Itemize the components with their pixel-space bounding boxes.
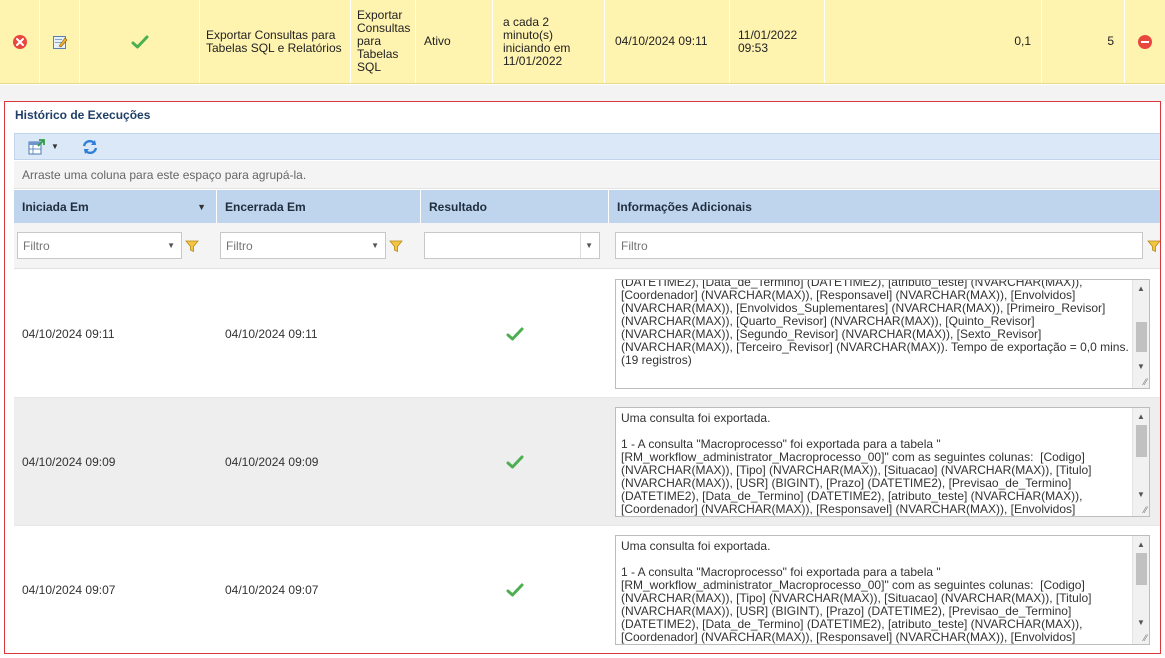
check-icon (131, 35, 148, 48)
info-text: (DATETIME2), [Data_de_Termino] (DATETIME… (621, 279, 1133, 367)
job-row[interactable]: Exportar Consultas para Tabelas SQL e Re… (0, 0, 1165, 84)
delete-job-cell[interactable] (0, 0, 40, 83)
info-text: Uma consulta foi exportada. 1 - A consul… (621, 539, 1092, 644)
cell-ended: 04/10/2024 09:09 (225, 454, 319, 469)
funnel-icon[interactable] (389, 239, 403, 253)
job-count: 5 (1042, 0, 1125, 83)
resize-handle-icon[interactable]: ⁄⁄ (1144, 633, 1147, 643)
scroll-up-icon[interactable]: ▲ (1133, 536, 1149, 552)
history-toolbar: ▼ (14, 133, 1160, 160)
refresh-button[interactable] (78, 137, 102, 157)
filter-input-info[interactable] (615, 232, 1143, 259)
export-button[interactable]: ▼ (25, 137, 62, 157)
scroll-up-icon[interactable]: ▲ (1133, 280, 1149, 296)
cell-ended: 04/10/2024 09:07 (225, 582, 319, 597)
job-last-run: 04/10/2024 09:11 (605, 0, 730, 83)
scroll-down-icon[interactable]: ▼ (1133, 614, 1149, 630)
scrollbar[interactable]: ▲ ▼ (1132, 536, 1149, 644)
filter-input-started[interactable]: ▼ (17, 232, 182, 259)
funnel-icon[interactable] (1147, 239, 1161, 253)
chevron-down-icon[interactable]: ▼ (371, 241, 379, 250)
scroll-down-icon[interactable]: ▼ (1133, 358, 1149, 374)
delete-circle-icon[interactable] (12, 34, 28, 50)
scroll-up-icon[interactable]: ▲ (1133, 408, 1149, 424)
stop-job-cell[interactable] (1125, 0, 1165, 83)
column-header-label: Resultado (429, 199, 488, 214)
scroll-thumb[interactable] (1136, 553, 1147, 585)
grid-header: Iniciada Em ▼ Encerrada Em Resultado Inf… (14, 190, 1160, 223)
job-status: Ativo (416, 0, 493, 83)
cell-info: (DATETIME2), [Data_de_Termino] (DATETIME… (609, 270, 1160, 397)
info-textarea[interactable]: Uma consulta foi exportada. 1 - A consul… (615, 407, 1150, 517)
history-title: Histórico de Execuções (15, 108, 151, 122)
filter-row: ▼ ▼ ▼ (14, 223, 1161, 269)
job-schedule: a cada 2 minuto(s) iniciando em 11/01/20… (493, 0, 605, 83)
job-next-run: 11/01/2022 09:53 (730, 0, 825, 83)
select-divider (580, 233, 581, 258)
column-header-label: Encerrada Em (225, 199, 306, 214)
stop-circle-icon[interactable] (1137, 34, 1153, 50)
scrollbar[interactable]: ▲ ▼ (1132, 280, 1149, 388)
column-header-result[interactable]: Resultado (421, 190, 609, 223)
export-icon (28, 138, 45, 154)
table-row[interactable]: 04/10/2024 09:11 04/10/2024 09:11 (DATET… (14, 270, 1160, 398)
refresh-icon (82, 139, 98, 154)
job-description: Exportar Consultas para Tabelas SQL (351, 0, 416, 83)
filter-cell-ended: ▼ (217, 223, 421, 269)
job-name: Exportar Consultas para Tabelas SQL e Re… (200, 0, 351, 83)
chevron-down-icon[interactable]: ▼ (167, 241, 175, 250)
table-row[interactable]: 04/10/2024 09:09 04/10/2024 09:09 Uma co… (14, 398, 1160, 526)
filter-input-ended[interactable]: ▼ (220, 232, 386, 259)
check-icon (506, 455, 524, 468)
cell-started: 04/10/2024 09:09 (22, 454, 116, 469)
funnel-icon[interactable] (185, 239, 199, 253)
edit-icon[interactable] (52, 34, 68, 50)
chevron-down-icon[interactable]: ▼ (585, 241, 593, 250)
grid-body: 04/10/2024 09:11 04/10/2024 09:11 (DATET… (14, 270, 1160, 653)
cell-ended: 04/10/2024 09:11 (225, 326, 318, 341)
column-header-label: Informações Adicionais (617, 199, 752, 214)
chevron-down-icon[interactable]: ▼ (51, 142, 59, 151)
cell-info: Uma consulta foi exportada. 1 - A consul… (609, 526, 1160, 653)
job-status-cell (80, 0, 200, 83)
scroll-thumb[interactable] (1136, 322, 1147, 352)
filter-started-input[interactable] (18, 233, 181, 258)
cell-result (421, 526, 609, 653)
column-header-label: Iniciada Em (22, 199, 89, 214)
column-header-info[interactable]: Informações Adicionais (609, 190, 1160, 223)
sort-desc-icon: ▼ (197, 201, 206, 212)
job-duration: 0,1 (825, 0, 1042, 83)
cell-started: 04/10/2024 09:07 (22, 582, 116, 597)
info-text: Uma consulta foi exportada. 1 - A consul… (621, 411, 1092, 516)
group-by-area[interactable]: Arraste uma coluna para este espaço para… (14, 161, 1160, 189)
filter-select-result[interactable]: ▼ (424, 232, 600, 259)
info-textarea[interactable]: (DATETIME2), [Data_de_Termino] (DATETIME… (615, 279, 1150, 389)
check-icon (506, 583, 524, 596)
filter-cell-result: ▼ (421, 223, 609, 269)
scroll-thumb[interactable] (1136, 425, 1147, 457)
cell-started: 04/10/2024 09:11 (22, 326, 115, 341)
history-panel: Histórico de Execuções ▼ Arraste uma col… (4, 101, 1161, 654)
column-header-started[interactable]: Iniciada Em ▼ (14, 190, 217, 223)
column-header-ended[interactable]: Encerrada Em (217, 190, 421, 223)
check-icon (506, 327, 524, 340)
edit-job-cell[interactable] (40, 0, 80, 83)
cell-result (421, 270, 609, 397)
scroll-down-icon[interactable]: ▼ (1133, 486, 1149, 502)
filter-info-input[interactable] (616, 233, 1142, 258)
cell-result (421, 398, 609, 525)
resize-handle-icon[interactable]: ⁄⁄ (1144, 377, 1147, 387)
separator-band (0, 85, 1165, 101)
table-row[interactable]: 04/10/2024 09:07 04/10/2024 09:07 Uma co… (14, 526, 1160, 653)
resize-handle-icon[interactable]: ⁄⁄ (1144, 505, 1147, 515)
filter-ended-input[interactable] (221, 233, 385, 258)
cell-info: Uma consulta foi exportada. 1 - A consul… (609, 398, 1160, 525)
filter-cell-started: ▼ (14, 223, 217, 269)
info-textarea[interactable]: Uma consulta foi exportada. 1 - A consul… (615, 535, 1150, 645)
scrollbar[interactable]: ▲ ▼ (1132, 408, 1149, 516)
filter-cell-info (609, 223, 1161, 269)
